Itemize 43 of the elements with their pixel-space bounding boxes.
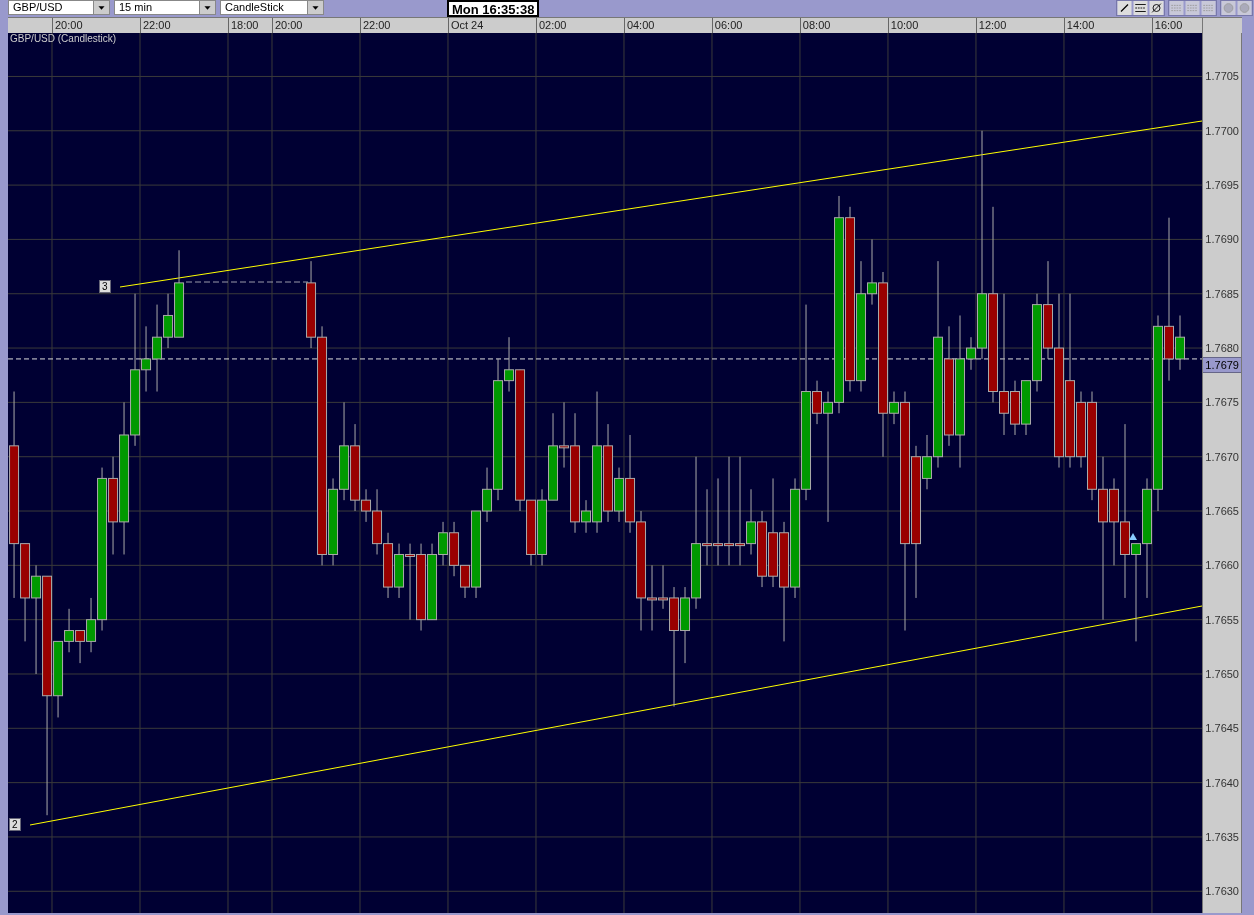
price-label: 1.7655	[1205, 613, 1239, 626]
chart-type-dropdown[interactable]: CandleStick	[220, 0, 324, 15]
price-label: 1.7680	[1205, 342, 1239, 355]
dropdown-caret-icon[interactable]	[199, 1, 215, 14]
price-label: 1.7665	[1205, 505, 1239, 517]
symbol-dropdown[interactable]: GBP/USD	[8, 0, 110, 15]
current-price-label: 1.7679	[1203, 356, 1241, 373]
time-label: 08:00	[802, 19, 831, 31]
slashed-circle-icon[interactable]	[1149, 1, 1164, 15]
price-label: 1.7690	[1205, 233, 1239, 246]
dropdown-caret-icon[interactable]	[307, 1, 323, 14]
time-label: Oct 24	[450, 19, 484, 31]
price-label: 1.7645	[1205, 722, 1239, 735]
price-label: 1.7685	[1205, 287, 1239, 300]
time-label: 02:00	[538, 19, 567, 31]
time-label: 20:00	[274, 19, 303, 31]
time-label: 16:00	[1154, 19, 1183, 31]
time-label: 22:00	[142, 19, 171, 31]
time-label: 20:00	[55, 19, 83, 31]
price-label: 1.7670	[1205, 450, 1239, 463]
time-label: 04:00	[626, 19, 655, 31]
price-label: 1.7705	[1205, 70, 1239, 83]
price-label: 1.7700	[1205, 124, 1239, 137]
price-label: 1.7660	[1205, 559, 1239, 572]
time-label: 06:00	[714, 19, 743, 31]
price-label: 1.7630	[1205, 885, 1239, 898]
time-label: 22:00	[362, 19, 391, 31]
time-label: 12:00	[978, 19, 1007, 31]
clock: Mon 16:35:38	[447, 0, 540, 17]
price-label: 1.7650	[1205, 668, 1239, 680]
diagonal-line-icon[interactable]	[1117, 1, 1132, 15]
interval-dropdown[interactable]: 15 min	[114, 0, 216, 15]
chart-title: GBP/USD (Candlestick)	[10, 33, 117, 44]
dropdown-caret-icon[interactable]	[93, 1, 109, 14]
price-label: 1.7640	[1205, 776, 1239, 789]
price-label: 1.7695	[1205, 179, 1239, 192]
time-label: 14:00	[1066, 19, 1095, 31]
price-label: 1.7635	[1205, 830, 1239, 843]
price-label: 1.7675	[1205, 396, 1239, 409]
triangle-icon	[1129, 533, 1137, 540]
time-label: 18:00	[230, 19, 259, 31]
time-label: 10:00	[890, 19, 919, 31]
horizontal-lines-icon[interactable]	[1133, 1, 1148, 15]
